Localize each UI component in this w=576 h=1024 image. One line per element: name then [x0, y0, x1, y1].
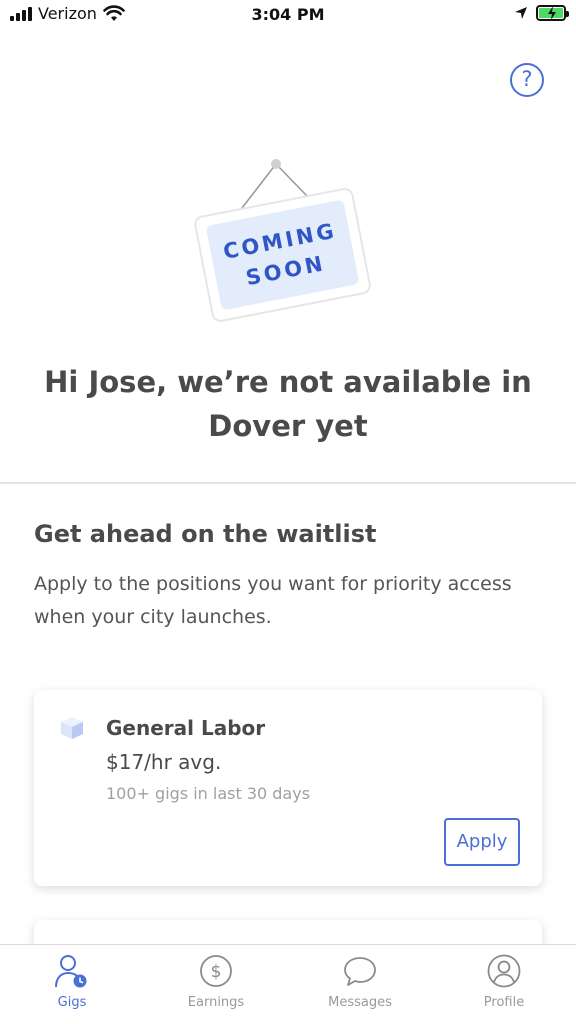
tab-gigs[interactable]: Gigs: [0, 945, 144, 1024]
status-right: [514, 5, 569, 21]
job-title: General Labor: [106, 716, 266, 740]
dollar-circle-icon: $: [200, 955, 232, 987]
waitlist-title: Get ahead on the waitlist: [34, 520, 377, 548]
tab-label-gigs: Gigs: [57, 995, 87, 1010]
chat-bubble-icon: [344, 957, 376, 986]
tab-label-messages: Messages: [328, 995, 392, 1010]
job-card[interactable]: General Labor $17/hr avg. 100+ gigs in l…: [34, 690, 542, 886]
bottom-tab-bar: Gigs $ Earnings Messages Profile: [0, 944, 576, 1024]
profile-circle-icon: [487, 954, 521, 988]
apply-button[interactable]: Apply: [444, 818, 520, 866]
coming-soon-sign-illustration: COMING SOON: [194, 159, 371, 322]
tab-label-profile: Profile: [483, 995, 525, 1010]
waitlist-description: Apply to the positions you want for prio…: [34, 573, 512, 628]
section-divider: [0, 482, 576, 484]
tab-label-earnings: Earnings: [187, 995, 245, 1010]
person-clock-icon: [55, 955, 87, 988]
help-button[interactable]: ?: [510, 63, 544, 97]
status-time: 3:04 PM: [251, 5, 325, 24]
svg-text:$: $: [211, 962, 222, 982]
box-icon: [61, 717, 83, 739]
location-arrow-icon: [515, 7, 527, 19]
job-pay: $17/hr avg.: [106, 750, 222, 774]
page-headline: Hi Jose, we’re not available in Dover ye…: [44, 365, 532, 443]
job-gigs-count: 100+ gigs in last 30 days: [106, 784, 311, 803]
tab-earnings[interactable]: $ Earnings: [144, 945, 288, 1024]
battery-icon: [536, 5, 569, 21]
tab-messages[interactable]: Messages: [288, 945, 432, 1024]
status-bar: Verizon 3:04 PM: [0, 0, 576, 32]
tab-profile[interactable]: Profile: [432, 945, 576, 1024]
